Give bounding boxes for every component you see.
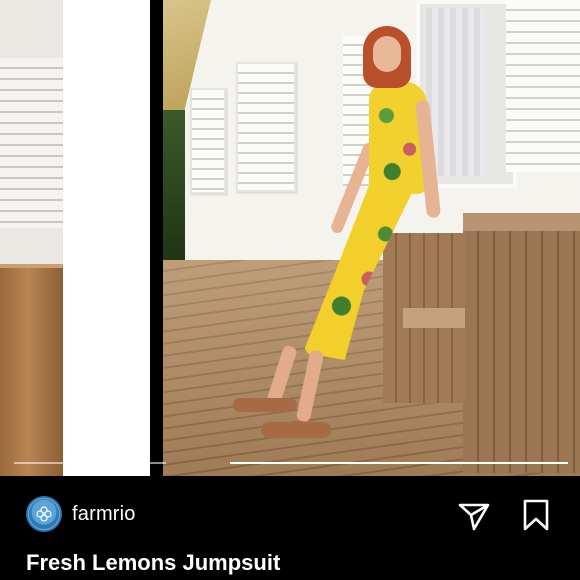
jumpsuit-legs (303, 180, 413, 360)
leg (295, 349, 325, 423)
send-icon (458, 503, 490, 531)
avatar-ring (28, 498, 60, 530)
save-button[interactable] (518, 497, 554, 533)
carousel-progress-segment (14, 462, 166, 464)
account-username[interactable]: farmrio (72, 503, 136, 526)
previous-slide-image[interactable] (0, 0, 63, 476)
account-avatar[interactable] (26, 496, 62, 532)
carousel-progress-segment-active (230, 462, 568, 464)
post-caption: Fresh Lemons Jumpsuit (26, 550, 281, 575)
share-button[interactable] (456, 497, 492, 533)
post-photo[interactable] (163, 0, 580, 476)
shutter-graphic (0, 58, 63, 228)
slide-gap-black (150, 0, 163, 476)
leg (266, 344, 298, 406)
sandal (261, 422, 331, 438)
bench-graphic (0, 268, 63, 476)
face (373, 36, 401, 72)
slide-gap-white (63, 0, 150, 476)
model-figure (163, 0, 580, 476)
post-image-carousel[interactable] (0, 0, 580, 476)
sandal (233, 398, 297, 412)
bookmark-icon (523, 499, 549, 531)
